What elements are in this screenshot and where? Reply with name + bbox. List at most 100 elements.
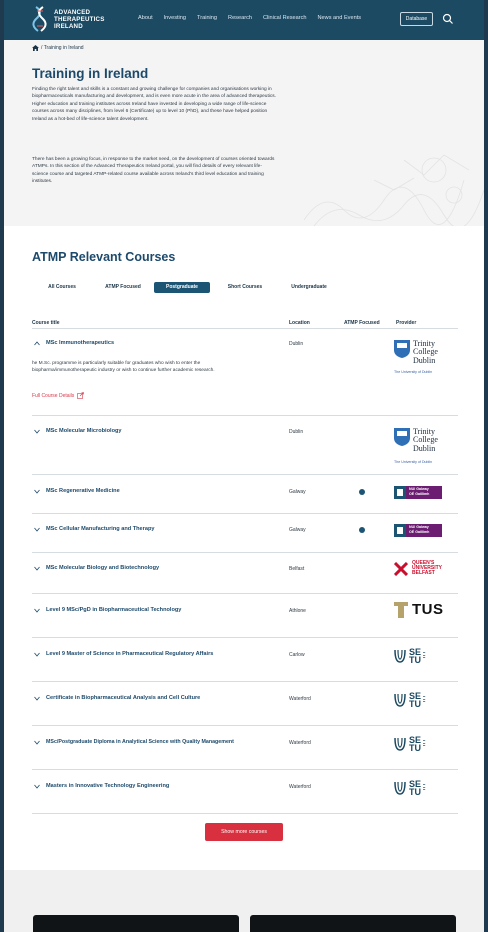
chevron-down-icon[interactable] xyxy=(34,489,40,494)
nui-name: NUI Galway OÉ Gaillimh xyxy=(406,524,442,537)
table-divider xyxy=(32,725,458,726)
course-title[interactable]: MSc Regenerative Medicine xyxy=(46,488,120,494)
setu-name: SE TU xyxy=(409,779,422,797)
provider-logo-setu: SE TU ▬ ▬ ▬ xyxy=(394,779,425,797)
tus-mark-icon xyxy=(394,601,408,618)
course-location: Waterford xyxy=(289,784,311,790)
provider-logo-setu: SE TU ▬ ▬ ▬ xyxy=(394,736,426,753)
tab-atmp-focused[interactable]: ATMP Focused xyxy=(94,282,152,293)
table-divider xyxy=(32,328,458,329)
course-location: Dublin xyxy=(289,341,304,347)
provider-logo-nui: NUI Galway OÉ Gaillimh xyxy=(394,486,442,499)
decorative-pattern xyxy=(303,154,484,226)
nav-research[interactable]: Research xyxy=(228,15,252,21)
course-title[interactable]: MSc/Postgraduate Diploma in Analytical S… xyxy=(46,739,234,745)
course-location: Waterford xyxy=(289,740,311,746)
course-description: he M.Sc. programme is particularly suita… xyxy=(32,361,215,374)
logo-line: IRELAND xyxy=(54,22,83,30)
intro-paragraph-2: There has been a growing focus, in respo… xyxy=(32,157,275,185)
provider-logo-setu: SE TU ▬ ▬ ▬ xyxy=(394,691,425,709)
nav-about[interactable]: About xyxy=(138,15,153,21)
nav-clinical-research[interactable]: Clinical Research xyxy=(263,15,307,21)
logo-text: ADVANCED THERAPEUTICS IRELAND xyxy=(54,9,105,30)
table-row[interactable]: MSc Immunotherapeutics Dublin Trinity Col… xyxy=(32,339,458,410)
main-nav: About Investing Training Research Clinic… xyxy=(138,15,372,21)
atmp-check-icon xyxy=(359,527,365,533)
course-title[interactable]: MSc Molecular Biology and Biotechnology xyxy=(46,565,159,571)
course-title[interactable]: Certificate in Biopharmaceutical Analysi… xyxy=(46,695,200,701)
chevron-down-icon[interactable] xyxy=(34,527,40,532)
chevron-down-icon[interactable] xyxy=(34,740,40,745)
provider-logo-qub: QUEEN'S UNIVERSITY BELFAST xyxy=(394,560,443,577)
tab-short-courses[interactable]: Short Courses xyxy=(218,282,272,293)
feature-card[interactable] xyxy=(33,915,239,932)
chevron-down-icon[interactable] xyxy=(34,784,40,789)
table-divider xyxy=(32,637,458,638)
chevron-down-icon[interactable] xyxy=(34,566,40,571)
home-icon[interactable] xyxy=(32,45,39,51)
logo-helix-icon xyxy=(32,6,47,32)
table-divider xyxy=(32,474,458,475)
course-title[interactable]: MSc Immunotherapeutics xyxy=(46,340,114,346)
nui-name: NUI Galway OÉ Gaillimh xyxy=(406,486,442,499)
tus-name: TUS xyxy=(412,601,444,618)
hero-section: / Training in Ireland Training in Irelan… xyxy=(4,40,484,226)
course-location: Galway xyxy=(289,527,306,533)
provider-logo-nui: NUI Galway OÉ Gaillimh xyxy=(394,524,442,537)
table-divider xyxy=(32,593,458,594)
qub-name: QUEEN'S UNIVERSITY BELFAST xyxy=(412,560,443,577)
nav-training[interactable]: Training xyxy=(197,15,217,21)
nav-investing[interactable]: Investing xyxy=(164,15,186,21)
course-location: Galway xyxy=(289,489,306,495)
tab-postgraduate[interactable]: Postgraduate xyxy=(154,282,210,293)
feature-card[interactable] xyxy=(250,915,456,932)
tab-all-courses[interactable]: All Courses xyxy=(36,282,88,293)
page-title: Training in Ireland xyxy=(32,66,149,81)
site-logo[interactable]: ADVANCED THERAPEUTICS IRELAND xyxy=(32,6,105,32)
lower-section xyxy=(4,870,484,932)
course-location: Carlow xyxy=(289,652,305,658)
nui-crest-icon xyxy=(394,524,406,537)
database-button[interactable]: Database xyxy=(400,12,433,26)
setu-tagline-lines: ▬ ▬ ▬ xyxy=(423,740,426,748)
chevron-down-icon[interactable] xyxy=(34,608,40,613)
setu-name: SE TU xyxy=(409,647,422,665)
course-title[interactable]: MSc Cellular Manufacturing and Therapy xyxy=(46,526,154,532)
chevron-down-icon[interactable] xyxy=(34,652,40,657)
page: ADVANCED THERAPEUTICS IRELAND About Inve… xyxy=(4,0,484,932)
column-header-atmp: ATMP Focused xyxy=(344,320,380,326)
course-title[interactable]: MSc Molecular Microbiology xyxy=(46,428,122,434)
provider-logo-tcd: Trinity College Dublin xyxy=(394,427,438,453)
logo-line: ADVANCED xyxy=(54,8,91,16)
full-course-details-link[interactable]: Full Course Details xyxy=(32,392,85,399)
top-navbar: ADVANCED THERAPEUTICS IRELAND About Inve… xyxy=(4,0,484,40)
course-title[interactable]: Level 9 MSc/PgD in Biopharmaceutical Tec… xyxy=(46,607,181,613)
qub-crest-icon xyxy=(394,561,408,576)
nav-news-events[interactable]: News and Events xyxy=(318,15,362,21)
intro-paragraph: Finding the right talent and skills is a… xyxy=(32,87,276,122)
table-divider xyxy=(32,513,458,514)
setu-mark-icon xyxy=(394,737,406,751)
course-title[interactable]: Masters in Innovative Technology Enginee… xyxy=(46,783,169,789)
nui-crest-icon xyxy=(394,486,406,499)
breadcrumb-current: / Training in Ireland xyxy=(41,45,84,51)
setu-name: SE TU xyxy=(409,691,422,709)
tcd-crest-icon xyxy=(394,340,410,358)
atmp-check-icon xyxy=(359,489,365,495)
chevron-down-icon[interactable] xyxy=(34,696,40,701)
tcd-crest-icon xyxy=(394,428,410,446)
search-icon[interactable] xyxy=(442,13,454,25)
table-divider xyxy=(32,769,458,770)
tab-undergraduate[interactable]: Undergraduate xyxy=(280,282,338,293)
provider-logo-setu: SE TU ▬ ▬ ▬ xyxy=(394,647,425,665)
course-location: Belfast xyxy=(289,566,305,572)
course-title[interactable]: Level 9 Master of Science in Pharmaceuti… xyxy=(46,651,213,657)
chevron-up-icon[interactable] xyxy=(34,341,40,346)
section-heading: ATMP Relevant Courses xyxy=(32,250,176,264)
show-more-courses-button[interactable]: Show more courses xyxy=(205,823,283,841)
course-location: Dublin xyxy=(289,429,304,435)
chevron-down-icon[interactable] xyxy=(34,429,40,434)
breadcrumb: / Training in Ireland xyxy=(32,45,84,51)
column-header-provider: Provider xyxy=(396,320,417,326)
column-header-location: Location xyxy=(289,320,310,326)
